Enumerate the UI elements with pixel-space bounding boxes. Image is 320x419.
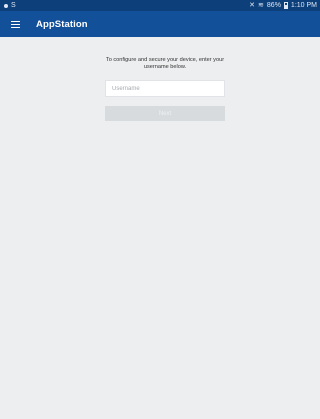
wifi-icon: ≋ — [258, 2, 264, 9]
status-time: 1:10 PM — [290, 2, 317, 9]
menu-button[interactable] — [0, 11, 30, 37]
username-input[interactable] — [105, 80, 225, 97]
mute-icon: ✕ — [249, 2, 256, 9]
battery-percent: 86% — [266, 2, 281, 9]
status-app-icon: S — [11, 2, 16, 9]
status-bar-right: ✕ ≋ 86% 1:10 PM — [249, 0, 317, 11]
status-bar: S ✕ ≋ 86% 1:10 PM — [0, 0, 320, 11]
status-bar-left: S — [4, 0, 16, 11]
notification-dot-icon — [4, 3, 8, 8]
login-prompt: To configure and secure your device, ent… — [105, 57, 225, 70]
app-bar: AppStation — [0, 11, 320, 37]
next-button[interactable]: Next — [105, 106, 225, 121]
app-title: AppStation — [36, 18, 88, 30]
battery-icon — [283, 2, 288, 9]
hamburger-menu-icon — [10, 20, 20, 28]
